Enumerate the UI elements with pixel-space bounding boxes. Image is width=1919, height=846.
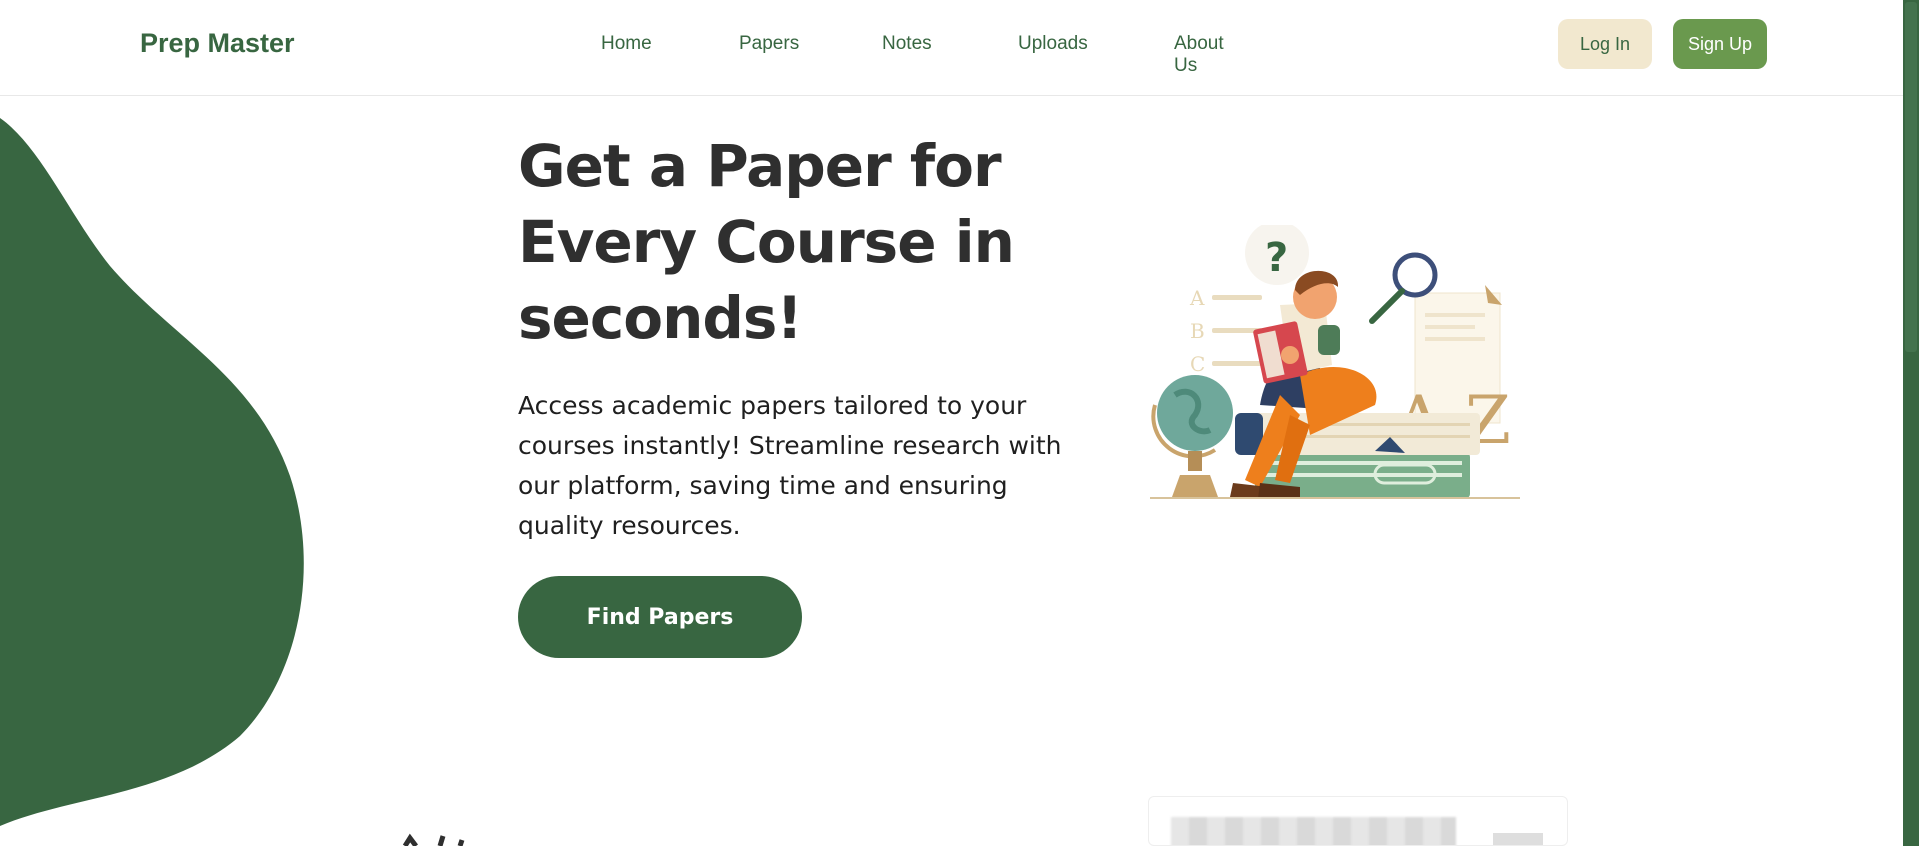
question-bubble: ? [1245,225,1309,285]
scrollbar-thumb[interactable] [1905,2,1917,352]
globe-icon [1151,375,1233,497]
nav-link-about-us[interactable]: About Us [1174,33,1224,77]
blurred-thumbnail [1171,817,1456,845]
paper-card-preview [1148,796,1568,846]
blurred-thumbnail [1493,833,1543,845]
navbar: Prep Master Home Papers Notes Uploads Ab… [0,0,1903,96]
letter-a: A [1189,286,1205,310]
login-button[interactable]: Log In [1558,19,1652,69]
brand-logo[interactable]: Prep Master [140,28,295,59]
signup-button[interactable]: Sign Up [1673,19,1767,69]
find-papers-button[interactable]: Find Papers [518,576,802,658]
letter-c: C [1190,352,1205,376]
nav-link-home[interactable]: Home [601,33,652,55]
nav-link-uploads[interactable]: Uploads [1018,33,1088,55]
nav-link-notes[interactable]: Notes [882,33,932,55]
hero-description: Access academic papers tailored to your … [518,391,1062,540]
abc-list-decoration: A B C [1189,286,1262,376]
section-heading-peek [400,830,500,846]
hero-title: Get a Paper for Every Course in seconds! [518,132,1015,352]
student-reading-books-illustration: A B C ? A-Z [1150,225,1520,499]
page-scrollbar[interactable] [1903,0,1919,846]
question-mark-icon: ? [1265,235,1288,281]
decorative-blob [0,118,304,826]
letter-b: B [1190,319,1205,343]
nav-link-papers[interactable]: Papers [739,33,799,55]
